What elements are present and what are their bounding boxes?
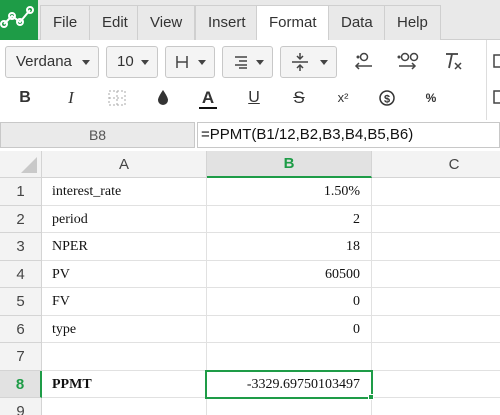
- fill-color-icon: [158, 90, 168, 105]
- clear-format-button[interactable]: [440, 49, 466, 75]
- toolbar-divider: [486, 40, 487, 120]
- font-size-dropdown[interactable]: 10: [106, 46, 158, 78]
- logo-graph-icon: [0, 6, 34, 28]
- selected-cell-outline: [205, 370, 373, 399]
- fill-color-button[interactable]: [150, 85, 176, 111]
- cell-c[interactable]: [372, 206, 500, 233]
- row-header[interactable]: 5: [0, 288, 42, 316]
- bold-button[interactable]: B: [12, 85, 38, 111]
- cell-a[interactable]: FV: [42, 288, 207, 316]
- menu-edit[interactable]: Edit: [89, 5, 141, 40]
- align-dropdown[interactable]: [222, 46, 273, 78]
- decrease-decimal-button[interactable]: [350, 49, 376, 75]
- cell-c[interactable]: [372, 288, 500, 316]
- cell-b[interactable]: [207, 398, 372, 415]
- row-header[interactable]: 9: [0, 398, 42, 415]
- cell-b[interactable]: 0: [207, 316, 372, 343]
- menu-view[interactable]: View: [137, 5, 196, 40]
- chevron-down-icon: [141, 60, 149, 65]
- font-name-dropdown[interactable]: Verdana: [5, 46, 99, 78]
- valign-dropdown[interactable]: [280, 46, 337, 78]
- text-color-swatch: [199, 107, 217, 109]
- cell-a[interactable]: PPMT: [42, 371, 207, 398]
- cell-c[interactable]: [372, 261, 500, 288]
- menu-file[interactable]: File: [40, 5, 91, 40]
- row-header[interactable]: 7: [0, 343, 42, 371]
- cell-a[interactable]: type: [42, 316, 207, 343]
- border-dropdown[interactable]: [165, 46, 215, 78]
- chevron-down-icon: [82, 60, 90, 65]
- cell-b[interactable]: 1.50%: [207, 178, 372, 206]
- row-header[interactable]: 4: [0, 261, 42, 288]
- cell-c[interactable]: [372, 316, 500, 343]
- merge-cells-icon: [108, 90, 126, 106]
- toolbar: Verdana 10 B I A U S x² $ %: [0, 40, 500, 120]
- row-header[interactable]: 3: [0, 233, 42, 261]
- chevron-down-icon: [198, 60, 206, 65]
- row-header[interactable]: 2: [0, 206, 42, 233]
- cell-a[interactable]: NPER: [42, 233, 207, 261]
- column-header-c[interactable]: C: [372, 151, 500, 178]
- cell-b[interactable]: 0: [207, 288, 372, 316]
- underline-button[interactable]: U: [241, 85, 267, 111]
- italic-button[interactable]: I: [58, 85, 84, 111]
- menu-help[interactable]: Help: [384, 5, 441, 40]
- increase-decimal-button[interactable]: [395, 49, 421, 75]
- column-header-a[interactable]: A: [42, 151, 207, 178]
- cell-c[interactable]: [372, 398, 500, 415]
- cell-a[interactable]: PV: [42, 261, 207, 288]
- chevron-down-icon: [256, 60, 264, 65]
- more-tools-button[interactable]: [490, 49, 500, 75]
- cell-b[interactable]: 60500: [207, 261, 372, 288]
- formula-input[interactable]: =PPMT(B1/12,B2,B3,B4,B5,B6): [197, 122, 500, 148]
- cell-b[interactable]: 2: [207, 206, 372, 233]
- row-header[interactable]: 1: [0, 178, 42, 206]
- menu-format[interactable]: Format: [256, 5, 330, 41]
- align-icon: [235, 56, 247, 69]
- menu-bar: File Edit View Insert Format Data Help: [0, 0, 500, 41]
- valign-icon: [292, 53, 308, 71]
- cell-b[interactable]: 18: [207, 233, 372, 261]
- cell-c[interactable]: [372, 371, 500, 398]
- cell-a[interactable]: [42, 343, 207, 371]
- row-header[interactable]: 8: [0, 371, 42, 398]
- cell-a[interactable]: [42, 398, 207, 415]
- menu-insert[interactable]: Insert: [195, 5, 259, 40]
- merge-button[interactable]: [104, 85, 130, 111]
- svg-text:$: $: [384, 94, 390, 106]
- clear-format-icon: [446, 53, 462, 70]
- strikethrough-button[interactable]: S: [286, 85, 312, 111]
- row-header[interactable]: 6: [0, 316, 42, 343]
- chevron-down-icon: [320, 60, 328, 65]
- list-icon: [493, 54, 500, 68]
- cell-c[interactable]: [372, 343, 500, 371]
- corner-triangle-icon: [21, 157, 37, 173]
- select-all-corner[interactable]: [0, 151, 42, 178]
- column-header-b[interactable]: B: [207, 151, 372, 178]
- spreadsheet-grid: A B C 1 interest_rate 1.50% 2 period 2 3 NPER 18…: [0, 151, 500, 415]
- more-tools-button-2[interactable]: [490, 85, 500, 111]
- cell-c[interactable]: [372, 178, 500, 206]
- fill-handle[interactable]: [368, 394, 374, 400]
- cell-c[interactable]: [372, 233, 500, 261]
- font-size-value: 10: [117, 53, 134, 70]
- text-color-icon: A: [201, 88, 215, 107]
- cell-a[interactable]: period: [42, 206, 207, 233]
- currency-icon: $: [379, 90, 395, 106]
- cell-reference-box[interactable]: B8: [0, 122, 195, 148]
- text-color-button[interactable]: A: [195, 85, 221, 111]
- percent-button[interactable]: %: [418, 85, 444, 111]
- cell-a[interactable]: interest_rate: [42, 178, 207, 206]
- menu-data[interactable]: Data: [328, 5, 386, 40]
- increase-decimal-icon: [397, 52, 419, 70]
- list-icon: [493, 90, 500, 104]
- currency-button[interactable]: $: [374, 85, 400, 111]
- app-logo: [0, 0, 38, 40]
- superscript-button[interactable]: x²: [330, 85, 356, 111]
- font-name-value: Verdana: [16, 53, 72, 70]
- decrease-decimal-icon: [354, 52, 372, 70]
- border-icon: [176, 56, 188, 68]
- cell-b[interactable]: [207, 343, 372, 371]
